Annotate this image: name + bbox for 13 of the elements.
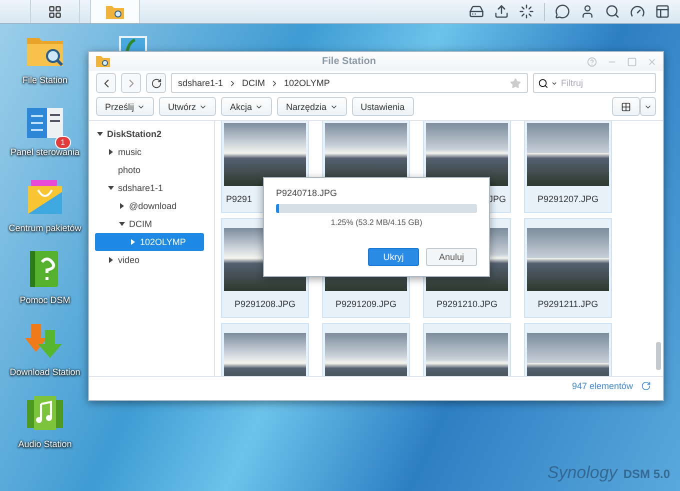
file-name: P9291209.JPG (334, 299, 398, 309)
file-name: JPG (487, 194, 507, 204)
file-name: P9291208.JPG (233, 299, 297, 309)
file-name: P9291 (225, 194, 254, 204)
window-title: File Station (321, 56, 377, 67)
item-count: 947 elementów (572, 380, 633, 390)
file-name: P9291211.JPG (536, 299, 600, 309)
progress-reading: 1.25% (53.2 MB/4.15 GB) (330, 218, 424, 227)
notification-badge: 1 (54, 136, 71, 149)
brand-name: Synology (547, 463, 618, 483)
brand-version: DSM 5.0 (623, 467, 670, 481)
file-name: P9291207.JPG (536, 194, 600, 204)
file-name: P9291210.JPG (435, 299, 499, 309)
